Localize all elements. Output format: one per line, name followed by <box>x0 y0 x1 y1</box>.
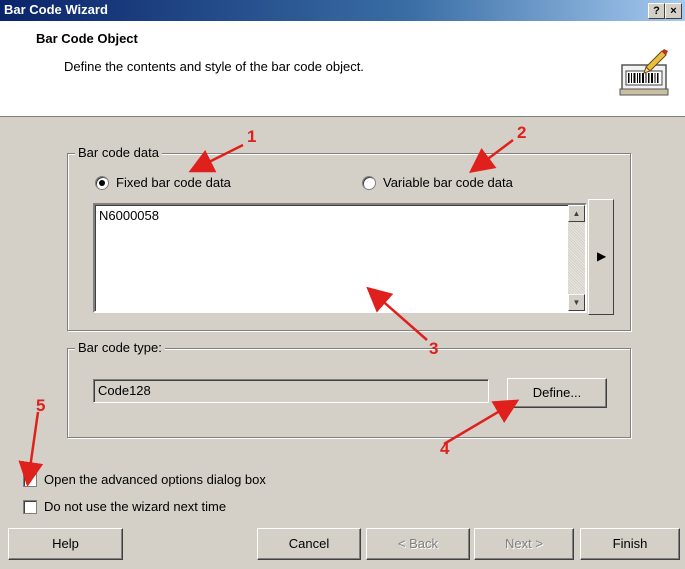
help-icon[interactable]: ? <box>648 3 665 19</box>
title-bar[interactable]: Bar Code Wizard ? × <box>0 0 685 21</box>
fixed-bar-code-label: Fixed bar code data <box>116 175 231 190</box>
help-button[interactable]: Help <box>8 528 123 560</box>
bar-code-data-label: Bar code data <box>75 145 162 160</box>
bar-code-data-input[interactable]: N6000058 ▲ ▼ <box>93 203 587 313</box>
checkbox-box[interactable] <box>23 472 37 487</box>
variable-bar-code-radio[interactable]: Variable bar code data <box>362 175 513 190</box>
bar-code-data-value: N6000058 <box>99 208 159 223</box>
barcode-icon <box>619 49 669 96</box>
no-wizard-label: Do not use the wizard next time <box>44 499 227 514</box>
variable-bar-code-label: Variable bar code data <box>383 175 513 190</box>
back-button[interactable]: < Back <box>366 528 470 560</box>
fixed-bar-code-radio[interactable]: Fixed bar code data <box>95 175 231 190</box>
page-title: Bar Code Object <box>36 31 138 46</box>
annotation-label-1: 1 <box>247 127 257 146</box>
bar-code-type-field: Code128 <box>93 379 489 403</box>
no-wizard-checkbox[interactable]: Do not use the wizard next time <box>23 499 226 514</box>
window-title: Bar Code Wizard <box>4 2 108 17</box>
annotation-label-2: 2 <box>517 123 527 142</box>
radio-circle[interactable] <box>362 175 376 190</box>
page-subtitle: Define the contents and style of the bar… <box>64 59 364 74</box>
advanced-options-checkbox[interactable]: Open the advanced options dialog box <box>23 472 266 487</box>
annotation-label-3: 3 <box>429 339 439 358</box>
define-button[interactable]: Define... <box>507 378 607 408</box>
vertical-scrollbar[interactable]: ▲ ▼ <box>568 205 585 311</box>
next-button[interactable]: Next > <box>474 528 574 560</box>
scroll-up-icon[interactable]: ▲ <box>568 205 585 222</box>
triangle-right-icon: ▶ <box>597 249 607 263</box>
wizard-header: Bar Code Object Define the contents and … <box>0 21 685 117</box>
advanced-options-label: Open the advanced options dialog box <box>44 472 266 487</box>
scroll-down-icon[interactable]: ▼ <box>568 294 585 311</box>
bar-code-wizard-dialog: Bar Code Wizard ? × Bar Code Object Defi… <box>0 0 685 569</box>
bar-code-type-label: Bar code type: <box>75 340 165 355</box>
annotation-label-5: 5 <box>36 396 46 415</box>
bar-code-type-value: Code128 <box>98 383 151 398</box>
annotation-label-4: 4 <box>440 439 450 458</box>
cancel-button[interactable]: Cancel <box>257 528 361 560</box>
close-icon[interactable]: × <box>665 3 682 19</box>
finish-button[interactable]: Finish <box>580 528 680 560</box>
expand-button[interactable]: ▶ <box>588 199 614 315</box>
radio-circle[interactable] <box>95 175 109 190</box>
checkbox-box[interactable] <box>23 499 37 514</box>
